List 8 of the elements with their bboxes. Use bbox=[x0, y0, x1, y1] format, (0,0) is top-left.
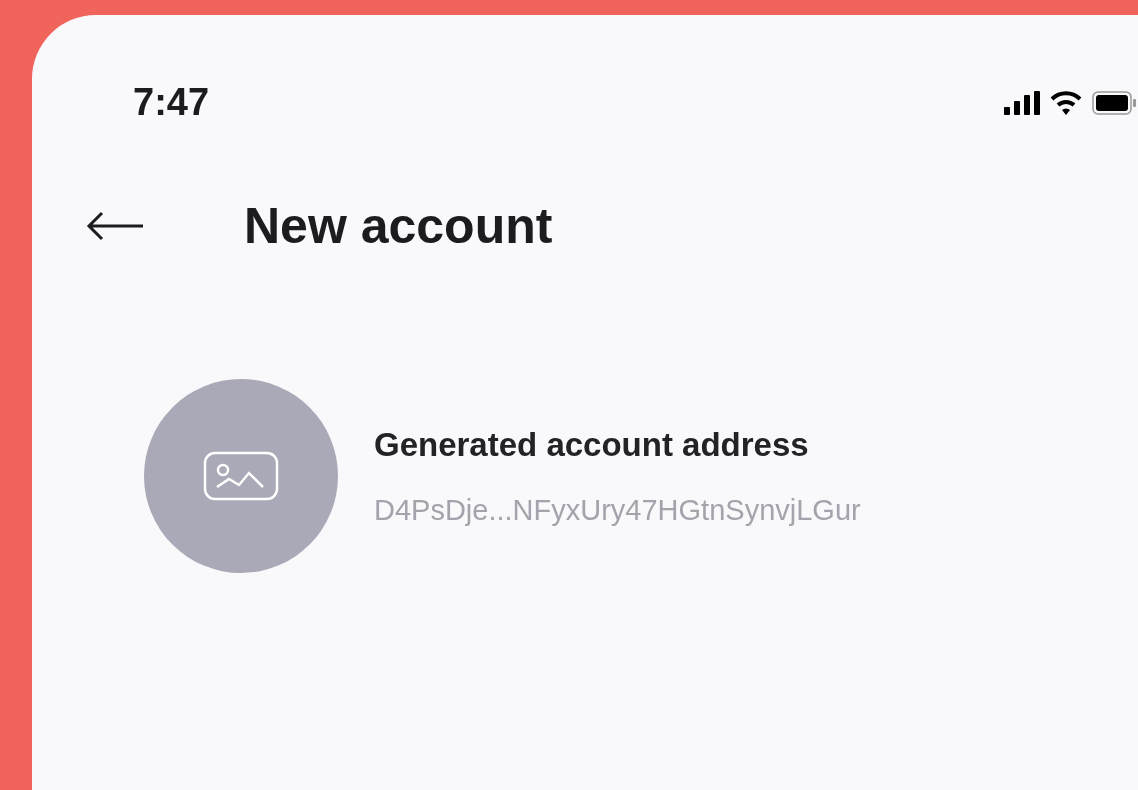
page-title: New account bbox=[244, 196, 553, 256]
signal-icon bbox=[1004, 90, 1040, 115]
status-time: 7:47 bbox=[133, 80, 210, 125]
account-address: D4PsDje...NFyxUry47HGtnSynvjLGur bbox=[374, 493, 861, 528]
address-label: Generated account address bbox=[374, 424, 810, 465]
wifi-icon bbox=[1050, 90, 1082, 115]
battery-icon bbox=[1092, 90, 1136, 115]
image-icon bbox=[203, 451, 279, 501]
